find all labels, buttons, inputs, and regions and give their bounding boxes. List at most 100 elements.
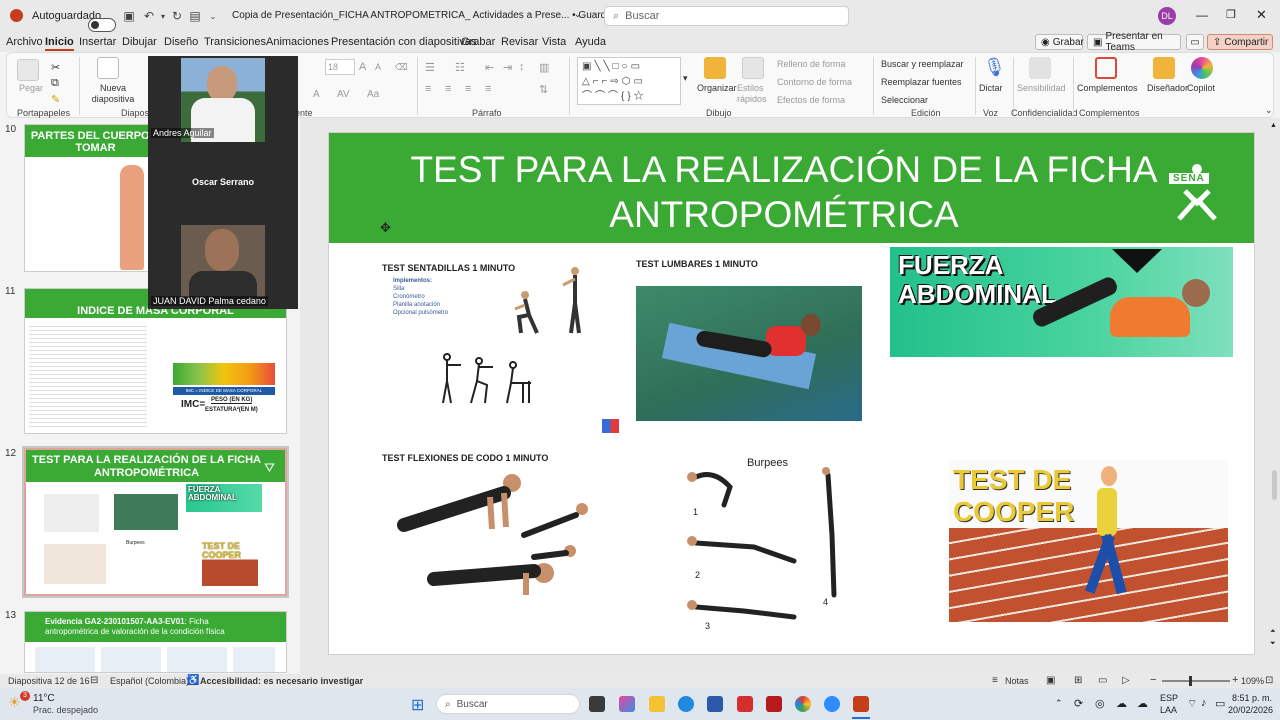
tab-insertar[interactable]: Insertar — [79, 36, 116, 48]
task-view-icon[interactable] — [589, 696, 605, 712]
tab-revisar[interactable]: Revisar — [501, 36, 538, 48]
format-painter-icon[interactable]: ✎ — [51, 93, 60, 106]
shape-effects[interactable]: Efectos de forma — [777, 95, 845, 105]
app-shield-icon[interactable] — [766, 696, 782, 712]
store-icon[interactable] — [707, 696, 723, 712]
autosave-toggle[interactable] — [88, 18, 116, 32]
sensitivity-icon[interactable] — [1029, 57, 1051, 79]
font-color-icon[interactable]: A — [313, 89, 320, 100]
copilot-label[interactable]: Copilot — [1187, 83, 1215, 93]
app-l-icon[interactable] — [737, 696, 753, 712]
fit-slide-icon[interactable]: ⊡ — [1265, 675, 1273, 686]
save-icon[interactable]: ▣ — [122, 9, 136, 23]
slide-sorter-icon[interactable]: ⊞ — [1074, 675, 1082, 686]
slide-thumbnail-12[interactable]: TEST PARA LA REALIZACIÓN DE LA FICHA ANT… — [22, 446, 289, 598]
customize-toolbar-icon[interactable]: ⌄ — [206, 9, 220, 23]
columns-icon[interactable]: ▥ — [539, 61, 549, 74]
slide-thumbnail-11[interactable]: INDICE DE MASA CORPORAL IMC = INDICE DE … — [24, 288, 287, 434]
new-slide-label[interactable]: Nueva diapositiva — [89, 83, 137, 105]
char-spacing-icon[interactable]: AV — [337, 89, 350, 100]
justify-icon[interactable]: ≡ — [485, 83, 491, 95]
decrease-font-icon[interactable]: A — [375, 62, 381, 72]
redo-icon[interactable]: ↻ — [170, 9, 184, 23]
prev-slide-icon[interactable]: ⏶ — [1270, 628, 1276, 636]
accessibility-icon[interactable]: ♿ — [187, 675, 199, 686]
tab-archivo[interactable]: Archivo — [6, 36, 43, 48]
addins-icon[interactable] — [1095, 57, 1117, 79]
zoom-app-icon[interactable] — [824, 696, 840, 712]
volume-icon[interactable]: ♪ — [1201, 697, 1207, 709]
slide-title[interactable]: TEST PARA LA REALIZACIÓN DE LA FICHA ANT… — [399, 147, 1169, 237]
test-flexiones-label[interactable]: TEST FLEXIONES DE CODO 1 MINUTO — [382, 453, 548, 463]
edge-icon[interactable] — [678, 696, 694, 712]
test-sentadillas-label[interactable]: TEST SENTADILLAS 1 MINUTO — [382, 263, 515, 273]
undo-icon[interactable]: ↶ — [142, 9, 156, 23]
tab-ayuda[interactable]: Ayuda — [575, 36, 606, 48]
align-center-icon[interactable]: ≡ — [445, 83, 451, 95]
powerpoint-taskbar-icon[interactable] — [853, 696, 869, 712]
scroll-up-icon[interactable]: ▲ — [1270, 122, 1277, 129]
cut-icon[interactable]: ✂ — [51, 61, 60, 74]
clock-date[interactable]: 20/02/2026 — [1228, 705, 1273, 715]
new-slide-icon[interactable] — [97, 57, 119, 79]
shape-fill[interactable]: Relleno de forma — [777, 59, 846, 69]
reading-view-icon[interactable]: ▭ — [1098, 675, 1107, 686]
zoom-slider-thumb[interactable] — [1189, 676, 1192, 686]
wifi-icon[interactable]: ⌔ — [1187, 697, 1197, 711]
file-explorer-icon[interactable] — [649, 696, 665, 712]
tab-grabar[interactable]: Grabar — [461, 36, 495, 48]
weather-text[interactable]: Prac. despejado — [33, 705, 98, 715]
arrange-icon[interactable] — [704, 57, 726, 79]
input-layout[interactable]: LAA — [1160, 705, 1177, 715]
input-language[interactable]: ESP — [1160, 693, 1178, 703]
tab-inicio[interactable]: Inicio — [45, 36, 74, 51]
chrome-icon[interactable] — [795, 696, 811, 712]
comments-button[interactable]: ▭ — [1186, 34, 1204, 50]
align-left-icon[interactable]: ≡ — [425, 83, 431, 95]
tray-icon[interactable]: ⟳ — [1074, 697, 1083, 710]
windows-start-icon[interactable]: ⊞ — [411, 695, 424, 715]
shape-outline[interactable]: Contorno de forma — [777, 77, 852, 87]
search-box[interactable]: ⌕ Buscar — [604, 6, 849, 26]
notes-icon[interactable]: ≡ — [992, 675, 998, 686]
test-lumbares-label[interactable]: TEST LUMBARES 1 MINUTO — [636, 259, 758, 269]
align-right-icon[interactable]: ≡ — [465, 83, 471, 95]
zoom-in-icon[interactable]: + — [1232, 674, 1238, 686]
tray-icon[interactable]: ☁ — [1116, 697, 1127, 710]
paste-icon[interactable] — [17, 59, 39, 81]
present-in-teams-button[interactable]: ▣ Presentar en Teams — [1087, 31, 1181, 53]
title-chevron-down-icon[interactable]: ⌄ — [574, 9, 582, 20]
copilot-icon[interactable] — [1191, 57, 1213, 79]
slide-thumbnail-13[interactable]: Evidencia GA2-230101507-AA3-EV01: Ficha … — [24, 611, 287, 673]
canvas-scrollbar[interactable] — [1272, 470, 1277, 500]
restore-icon[interactable]: ❐ — [1226, 8, 1236, 21]
tray-icon[interactable]: ☁ — [1137, 697, 1148, 710]
quick-styles-icon[interactable] — [742, 57, 764, 79]
slide-12[interactable]: TEST PARA LA REALIZACIÓN DE LA FICHA ANT… — [329, 133, 1254, 654]
notes-button[interactable]: Notas — [1005, 676, 1029, 686]
bullets-icon[interactable]: ☰ — [425, 61, 435, 74]
dictate-label[interactable]: Dictar — [979, 83, 1003, 93]
share-button[interactable]: ⇪ Compartir — [1207, 34, 1273, 50]
change-case-icon[interactable]: Aa — [367, 89, 379, 100]
line-spacing-icon[interactable]: ↕ — [519, 61, 525, 73]
tray-chevron-icon[interactable]: ⌃ — [1055, 698, 1063, 709]
normal-view-icon[interactable]: ▣ — [1046, 675, 1055, 686]
spellcheck-icon[interactable]: ⊟ — [90, 675, 98, 686]
clear-format-icon[interactable]: ⌫ — [395, 62, 408, 73]
user-avatar[interactable]: DL — [1158, 7, 1176, 25]
copilot-taskbar-icon[interactable] — [619, 696, 635, 712]
shapes-gallery[interactable]: ▣╲╲□○▭ △⌐⌐⇨⬡▭ ⌒⌒⌒{}☆ — [577, 57, 681, 105]
tab-diseno[interactable]: Diseño — [164, 36, 198, 48]
numbering-icon[interactable]: ☷ — [455, 61, 465, 74]
select-button[interactable]: Seleccionar — [881, 95, 928, 105]
undo-dropdown-icon[interactable]: ▾ — [156, 9, 170, 23]
shapes-more-icon[interactable]: ▾ — [683, 73, 688, 84]
text-direction-icon[interactable]: ⇅ — [539, 83, 548, 96]
quick-styles-label[interactable]: Estilos rápidos — [737, 83, 773, 105]
designer-icon[interactable] — [1153, 57, 1175, 79]
battery-icon[interactable]: ▭ — [1215, 697, 1225, 710]
copy-icon[interactable]: ⧉ — [51, 77, 59, 90]
designer-label[interactable]: Diseñador — [1147, 83, 1188, 93]
arrange-label[interactable]: Organizar — [697, 83, 737, 93]
